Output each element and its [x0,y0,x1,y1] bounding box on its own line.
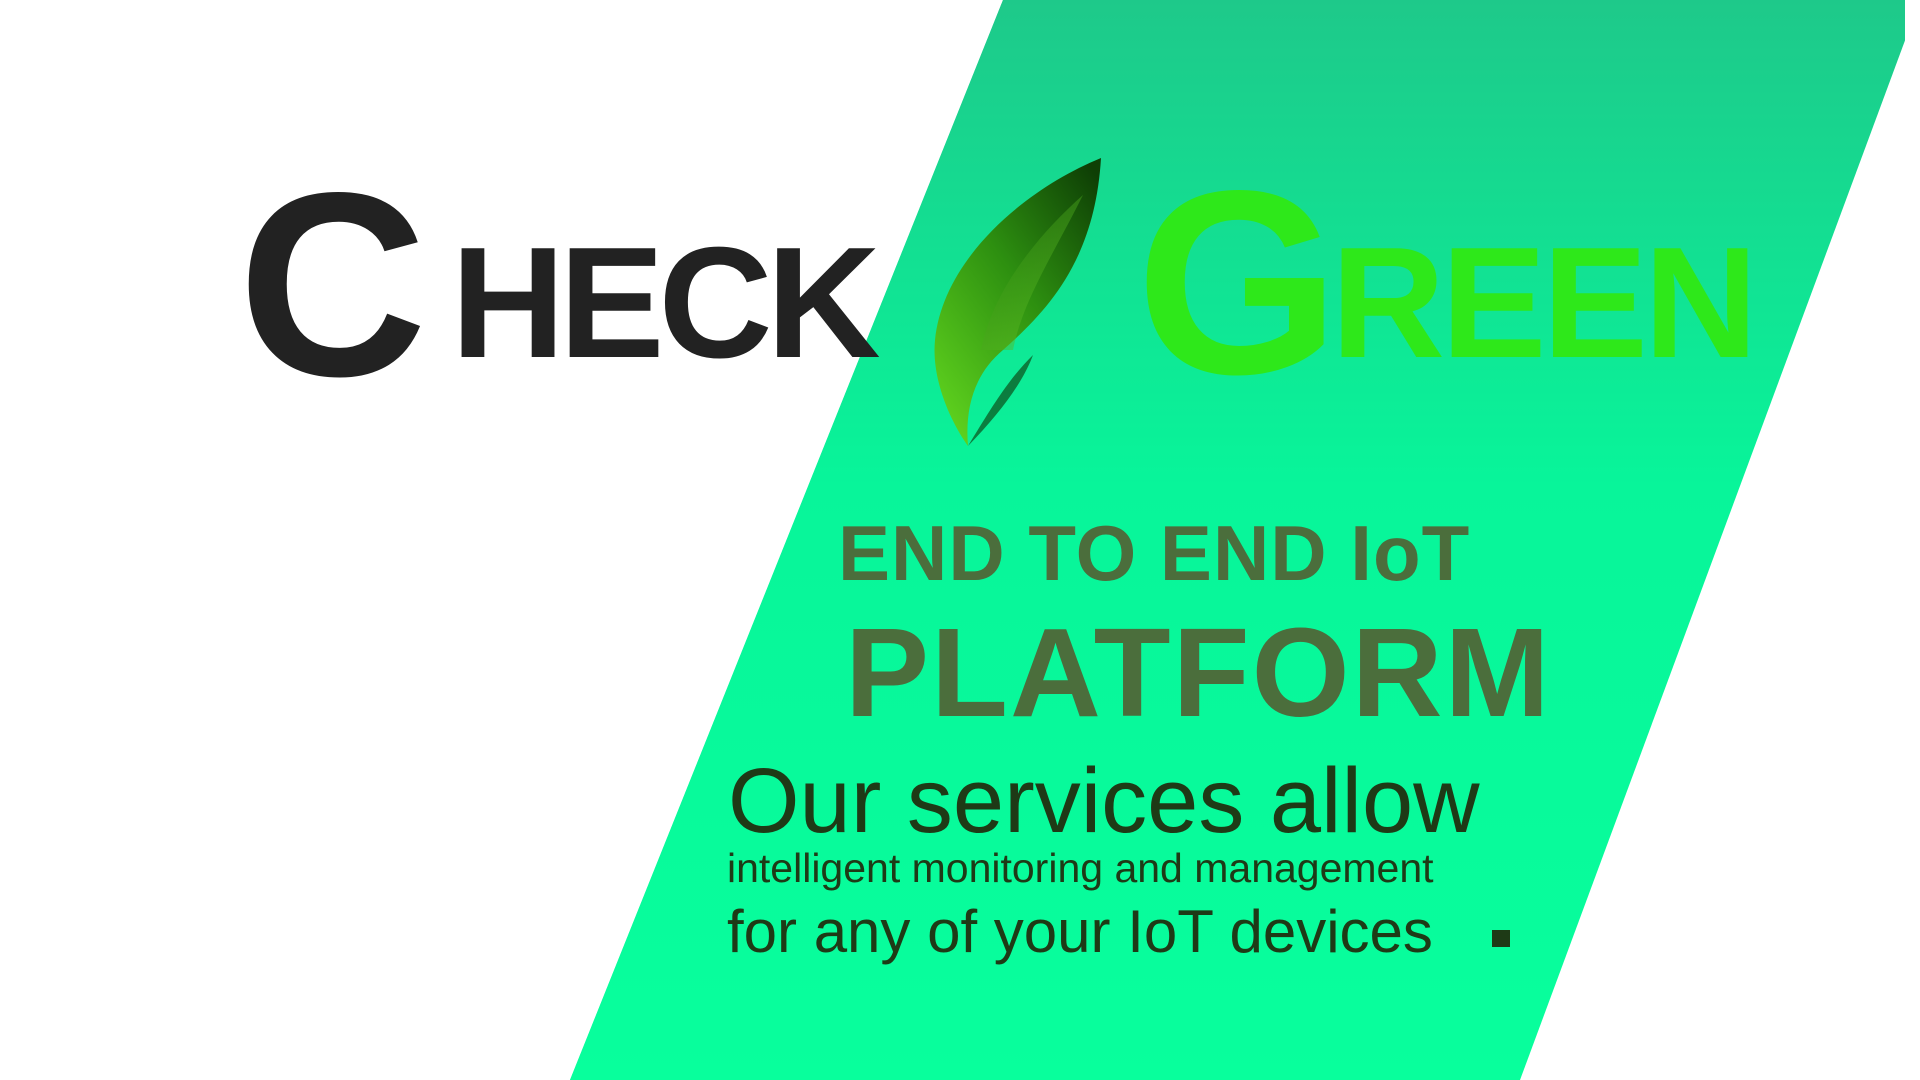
logo-check-rest: HECK [451,215,881,391]
description-line-3: for any of your IoT devices [727,898,1433,965]
leaf-icon [934,158,1101,446]
logo-green-rest: REEN [1331,215,1758,391]
description-line-2: intelligent monitoring and management [727,845,1434,891]
banner: C HECK G REEN END TO END IoT PLATFORM Ou… [0,0,1920,1080]
tagline-line-1: END TO END IoT [838,509,1471,597]
description-line-1: Our services allow [728,750,1480,852]
period-square [1492,930,1510,947]
tagline-line-2: PLATFORM [845,602,1552,743]
logo-check-initial: C [238,138,427,431]
check4green-logo: C HECK G REEN [238,150,1758,460]
logo-green-initial: G [1136,136,1340,429]
